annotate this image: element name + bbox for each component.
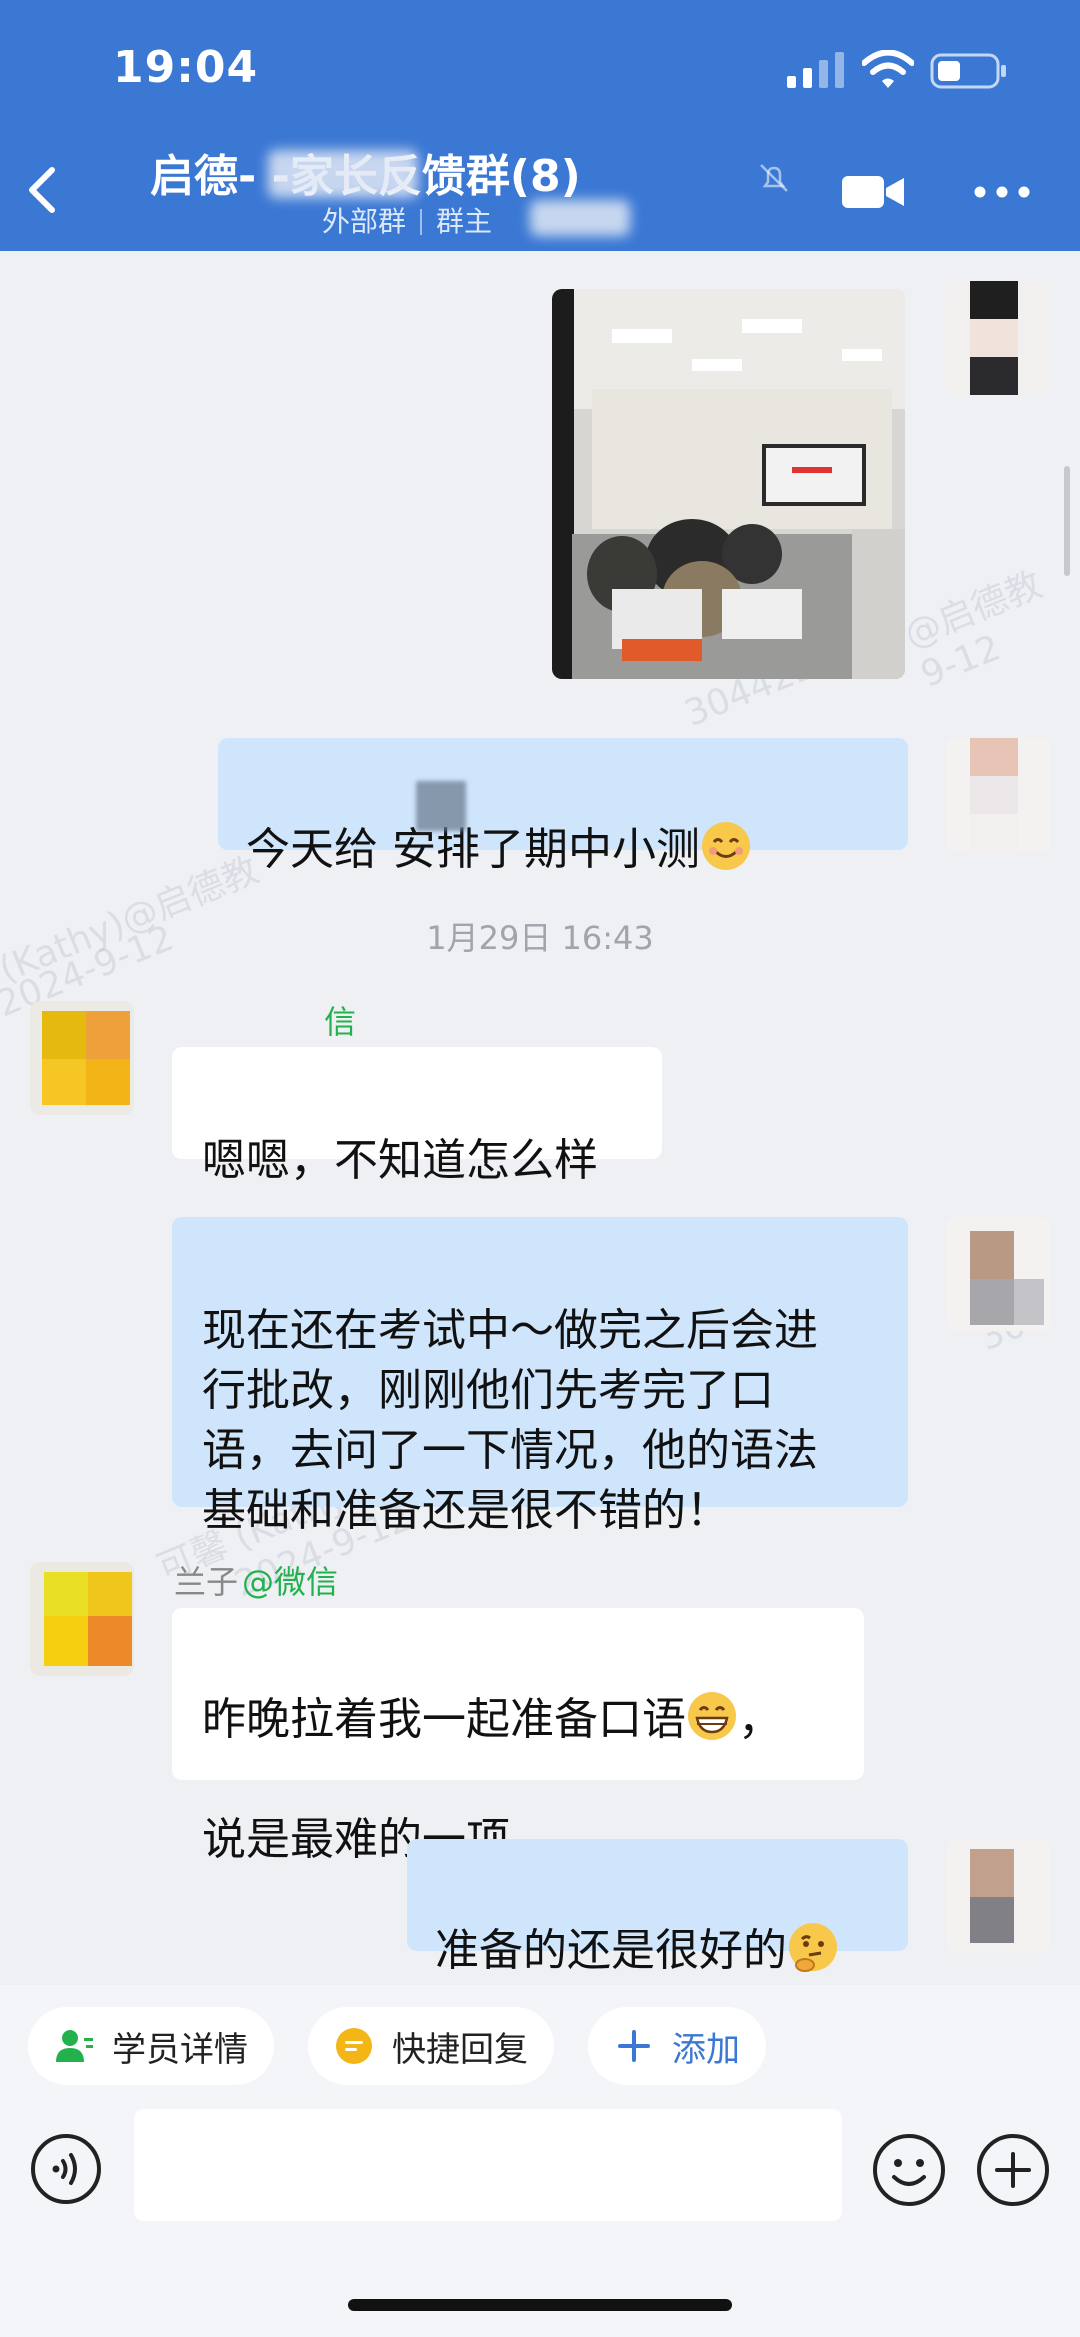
redaction-blur	[530, 200, 630, 236]
wifi-icon	[862, 50, 914, 88]
message-text-line: 昨晚拉着我一起准备口语	[202, 1694, 686, 1745]
status-time: 19:04	[113, 42, 259, 93]
message-input-bar	[0, 2103, 1080, 2337]
chat-message-list[interactable]: (Kathy)@启德教 2024-9-12 @启德教 9-12 30442202…	[0, 251, 1080, 1985]
message-text-input[interactable]	[134, 2109, 842, 2221]
my-message-bubble[interactable]: 现在还在考试中～做完之后会进 行批改，刚刚他们先考完了口 语，去问了一下情况，他…	[172, 1217, 908, 1536]
other-message-bubble[interactable]: 嗯嗯，不知道怎么样	[172, 1047, 662, 1186]
home-indicator[interactable]	[348, 2299, 732, 2311]
message-timestamp: 1月29日 16:43	[426, 919, 654, 957]
other-message-bubble[interactable]: 昨晚拉着我一起准备口语， 说是最难的一项	[172, 1608, 864, 1865]
my-message-bubble[interactable]: 准备的还是很好的	[407, 1839, 908, 1976]
message-text: 准备的还是很好的	[435, 1925, 787, 1976]
scroll-indicator	[1064, 466, 1070, 576]
sender-avatar[interactable]	[30, 1001, 134, 1115]
my-avatar[interactable]	[946, 738, 1050, 852]
smiling-emoji-icon	[702, 822, 750, 870]
emoji-button[interactable]	[872, 2133, 946, 2207]
classroom-photo-message[interactable]	[552, 289, 905, 679]
sender-source: 信	[324, 1003, 357, 1041]
my-message-bubble[interactable]: 今天给 安排了期中小测	[218, 738, 908, 875]
chip-label: 学员详情	[112, 2029, 248, 2070]
back-button[interactable]	[18, 160, 68, 220]
voice-input-button[interactable]	[30, 2133, 102, 2205]
redaction-blur	[268, 150, 418, 198]
sender-source: @微信	[242, 1563, 339, 1601]
battery-icon	[930, 53, 1006, 89]
my-avatar[interactable]	[946, 1839, 1050, 1953]
mute-bell-icon	[760, 164, 788, 192]
cellular-signal-icon	[787, 52, 844, 88]
chip-label: 添加	[672, 2029, 740, 2070]
video-call-button[interactable]	[840, 170, 906, 214]
message-text: 现在还在考试中～做完之后会进 行批改，刚刚他们先考完了口 语，去问了一下情况，他…	[202, 1305, 818, 1536]
external-group-label: 外部群	[322, 205, 407, 238]
message-text-comma: ，	[738, 1694, 782, 1745]
quick-action-bar: 学员详情 快捷回复 添加	[0, 1985, 1080, 2103]
message-text: 今天给 安排了期中小测	[246, 824, 700, 875]
message-text: 嗯嗯，不知道怎么样	[202, 1135, 598, 1186]
sender-nickname: 兰子	[174, 1563, 239, 1601]
thinking-emoji-icon	[789, 1923, 837, 1972]
quick-reply-button[interactable]: 快捷回复	[308, 2007, 554, 2085]
group-owner-label: 群主	[436, 205, 493, 238]
classroom-photo	[552, 289, 905, 679]
chip-label: 快捷回复	[392, 2029, 528, 2070]
my-avatar[interactable]	[946, 281, 1050, 395]
student-detail-icon	[56, 2030, 93, 2062]
more-attachments-button[interactable]	[976, 2133, 1050, 2207]
plus-icon	[618, 2030, 650, 2062]
sender-avatar[interactable]	[30, 1562, 134, 1676]
grinning-emoji-icon	[688, 1692, 736, 1740]
student-detail-button[interactable]: 学员详情	[28, 2007, 274, 2085]
chat-header: 19:04 启德- -家长反馈群(8) 外部群 群主	[0, 0, 1080, 251]
my-avatar[interactable]	[946, 1217, 1050, 1331]
chat-subtitle: 外部群 群主	[322, 200, 492, 240]
quick-reply-icon	[336, 2028, 372, 2064]
redaction-blur	[416, 781, 466, 831]
subtitle-divider	[420, 209, 423, 235]
more-options-button[interactable]	[972, 182, 1032, 202]
add-action-button[interactable]: 添加	[588, 2007, 766, 2085]
sender-name: 兰子 @微信	[174, 1557, 338, 1603]
sender-name: 信	[176, 997, 356, 1043]
